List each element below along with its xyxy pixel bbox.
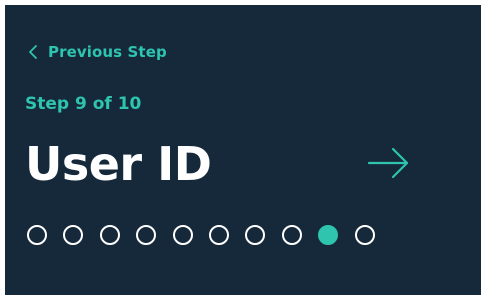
step-panel: Previous Step Step 9 of 10 User ID xyxy=(5,5,481,295)
page-title: User ID xyxy=(25,137,212,191)
step-indicator xyxy=(27,225,375,245)
previous-step-label: Previous Step xyxy=(48,43,167,61)
step-dot[interactable] xyxy=(136,225,157,245)
step-counter: Step 9 of 10 xyxy=(25,94,142,114)
step-dot[interactable] xyxy=(245,225,266,245)
step-dot-active[interactable] xyxy=(318,225,339,245)
step-dot[interactable] xyxy=(208,225,229,245)
step-dot[interactable] xyxy=(99,225,120,245)
next-step-button[interactable] xyxy=(367,146,411,180)
step-dot[interactable] xyxy=(354,225,375,245)
step-dot[interactable] xyxy=(281,225,302,245)
step-dot[interactable] xyxy=(63,225,84,245)
step-dot[interactable] xyxy=(27,225,47,245)
chevron-left-icon xyxy=(28,44,38,60)
previous-step-link[interactable]: Previous Step xyxy=(28,42,167,62)
step-dot[interactable] xyxy=(172,225,193,245)
arrow-right-icon xyxy=(367,147,409,179)
